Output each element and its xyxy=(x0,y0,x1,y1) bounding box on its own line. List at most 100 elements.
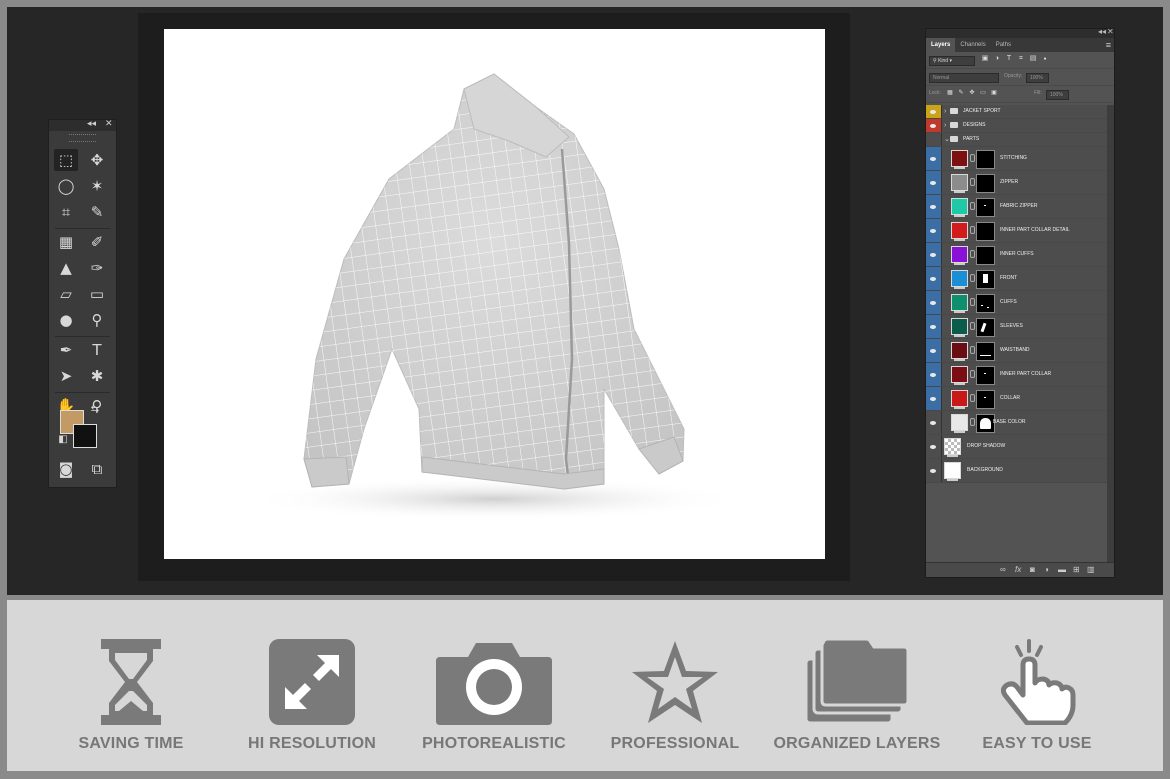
collapse-icon[interactable]: ◂◂ xyxy=(1098,27,1106,36)
lock-image-icon[interactable]: ✎ xyxy=(957,89,965,97)
tab-paths[interactable]: Paths xyxy=(991,38,1016,52)
eyedropper-icon[interactable]: ✎ xyxy=(85,201,109,223)
layer-row[interactable]: CUFFS xyxy=(926,291,1107,315)
screen-mode-icon[interactable]: ⧉ xyxy=(85,458,109,480)
type-filter-icon[interactable]: T xyxy=(1005,55,1013,63)
filter-toggle-icon[interactable]: ● xyxy=(1041,55,1049,63)
new-layer-icon[interactable]: ⊞ xyxy=(1073,565,1080,575)
crop-icon[interactable]: ⌗ xyxy=(54,201,78,223)
mask-link-icon[interactable] xyxy=(970,298,975,306)
mask-link-icon[interactable] xyxy=(970,250,975,258)
clone-stamp-icon[interactable]: ▲ xyxy=(54,257,78,279)
visibility-eye-icon[interactable] xyxy=(926,219,942,242)
visibility-eye-icon[interactable] xyxy=(926,339,942,362)
layers-scrollbar[interactable] xyxy=(1107,105,1114,563)
layer-mask-thumbnail[interactable] xyxy=(976,390,995,409)
expand-chevron-icon[interactable]: ⌄ xyxy=(944,133,950,146)
visibility-eye-icon[interactable] xyxy=(926,459,942,482)
mask-link-icon[interactable] xyxy=(970,274,975,282)
mask-link-icon[interactable] xyxy=(970,178,975,186)
filter-kind-select[interactable]: ⚲ Kind ▾ xyxy=(929,56,975,66)
layer-row[interactable]: COLLAR xyxy=(926,387,1107,411)
mask-link-icon[interactable] xyxy=(970,154,975,162)
layer-mask-thumbnail[interactable] xyxy=(976,270,995,289)
new-group-icon[interactable]: ▬ xyxy=(1058,565,1066,575)
layer-mask-thumbnail[interactable] xyxy=(976,198,995,217)
visibility-eye-icon[interactable] xyxy=(926,195,942,218)
layer-row[interactable]: BASE COLOR xyxy=(926,411,1107,435)
lock-transparent-icon[interactable]: ▦ xyxy=(946,89,954,97)
lock-artboard-icon[interactable]: ▭ xyxy=(979,89,987,97)
layer-row[interactable]: FABRIC ZIPPER xyxy=(926,195,1107,219)
visibility-eye-icon[interactable] xyxy=(926,291,942,314)
visibility-eye-icon[interactable] xyxy=(926,387,942,410)
fill-field[interactable]: 100% xyxy=(1046,90,1069,100)
mask-link-icon[interactable] xyxy=(970,322,975,330)
visibility-eye-icon[interactable] xyxy=(926,171,942,194)
visibility-eye-icon[interactable] xyxy=(926,267,942,290)
close-icon[interactable]: ✕ xyxy=(105,119,113,129)
shape-filter-icon[interactable]: ⌗ xyxy=(1017,55,1025,63)
layer-row[interactable]: INNER PART COLLAR DETAIL xyxy=(926,219,1107,243)
quick-mask-icon[interactable]: ◙ xyxy=(54,458,78,480)
layer-group[interactable]: › JACKET SPORT xyxy=(926,105,1107,119)
mask-link-icon[interactable] xyxy=(970,226,975,234)
layer-row[interactable]: FRONT xyxy=(926,267,1107,291)
layer-row[interactable]: SLEEVES xyxy=(926,315,1107,339)
expand-chevron-icon[interactable]: › xyxy=(944,119,946,132)
default-colors-icon[interactable]: ◧ xyxy=(57,434,69,446)
layer-mask-thumbnail[interactable] xyxy=(976,246,995,265)
mask-link-icon[interactable] xyxy=(970,346,975,354)
tab-channels[interactable]: Channels xyxy=(955,38,990,52)
opacity-field[interactable]: 100% xyxy=(1026,73,1049,83)
lock-position-icon[interactable]: ✥ xyxy=(968,89,976,97)
lock-all-icon[interactable]: ▣ xyxy=(990,89,998,97)
document-canvas[interactable] xyxy=(164,29,825,559)
mask-link-icon[interactable] xyxy=(970,394,975,402)
swap-colors-icon[interactable]: ⇆ xyxy=(89,404,101,416)
rectangular-marquee-icon[interactable]: ⬚ xyxy=(54,149,78,171)
layer-mask-thumbnail[interactable] xyxy=(976,318,995,337)
blur-icon[interactable]: ● xyxy=(54,309,78,331)
visibility-eye-icon[interactable] xyxy=(926,119,942,132)
healing-brush-icon[interactable]: ▦ xyxy=(54,231,78,253)
layer-mask-thumbnail[interactable] xyxy=(976,174,995,193)
visibility-eye-icon[interactable] xyxy=(926,435,942,458)
visibility-eye-icon[interactable] xyxy=(926,411,942,434)
blend-mode-select[interactable]: Normal xyxy=(929,73,999,83)
layer-row[interactable]: ZIPPER xyxy=(926,171,1107,195)
mask-link-icon[interactable] xyxy=(970,418,975,426)
history-brush-icon[interactable]: ✑ xyxy=(85,257,109,279)
layer-row[interactable]: STITCHING xyxy=(926,147,1107,171)
visibility-eye-icon[interactable] xyxy=(926,147,942,170)
visibility-eye-icon[interactable] xyxy=(926,243,942,266)
dodge-icon[interactable]: ⚲ xyxy=(85,309,109,331)
mask-link-icon[interactable] xyxy=(970,202,975,210)
pen-icon[interactable]: ✒ xyxy=(54,339,78,361)
background-color-swatch[interactable] xyxy=(73,424,97,448)
pixel-filter-icon[interactable]: ▣ xyxy=(981,55,989,63)
layer-mask-thumbnail[interactable] xyxy=(976,150,995,169)
layer-row[interactable]: BACKGROUND xyxy=(926,459,1107,483)
delete-layer-icon[interactable]: ▥ xyxy=(1087,565,1095,575)
layer-row[interactable]: INNER CUFFS xyxy=(926,243,1107,267)
fx-icon[interactable]: fx xyxy=(1015,565,1021,575)
layers-panel-header[interactable]: ◂◂ ✕ xyxy=(926,27,1114,38)
tools-panel-header[interactable]: ◂◂ ✕ xyxy=(49,119,116,131)
expand-chevron-icon[interactable]: › xyxy=(944,105,946,118)
layer-mask-thumbnail[interactable] xyxy=(976,342,995,361)
type-icon[interactable]: T xyxy=(85,339,109,361)
adjustment-layer-icon[interactable]: ◑ xyxy=(1044,565,1049,575)
visibility-eye-icon[interactable] xyxy=(926,133,942,146)
path-selection-icon[interactable]: ➤ xyxy=(54,365,78,387)
panel-menu-icon[interactable]: ≡ xyxy=(1106,38,1111,52)
adjustment-filter-icon[interactable]: ◑ xyxy=(993,55,1001,63)
move-icon[interactable]: ✥ xyxy=(85,149,109,171)
visibility-eye-icon[interactable] xyxy=(926,363,942,386)
layer-mask-thumbnail[interactable] xyxy=(976,222,995,241)
lasso-icon[interactable]: ◯ xyxy=(54,175,78,197)
layer-group[interactable]: ⌄ PARTS xyxy=(926,133,1107,147)
gradient-icon[interactable]: ▭ xyxy=(85,283,109,305)
layer-row[interactable]: WAISTBAND xyxy=(926,339,1107,363)
close-icon[interactable]: ✕ xyxy=(1107,27,1114,36)
